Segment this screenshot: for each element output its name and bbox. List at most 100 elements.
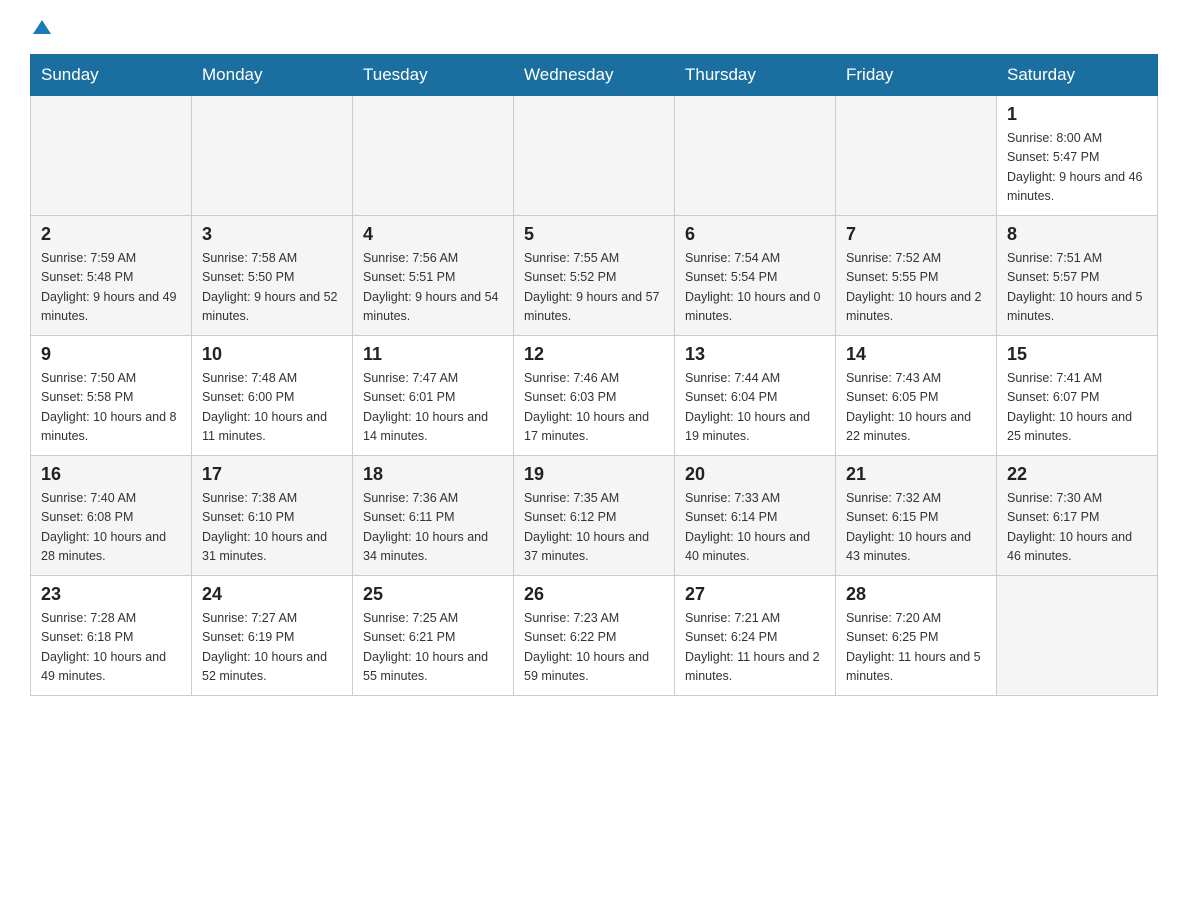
day-number: 17: [202, 464, 342, 485]
weekday-header-wednesday: Wednesday: [514, 55, 675, 96]
calendar-cell: 2 Sunrise: 7:59 AM Sunset: 5:48 PM Daylig…: [31, 216, 192, 336]
day-number: 8: [1007, 224, 1147, 245]
day-info: Sunrise: 7:43 AM Sunset: 6:05 PM Dayligh…: [846, 369, 986, 447]
weekday-header-friday: Friday: [836, 55, 997, 96]
calendar-cell: [514, 96, 675, 216]
day-info: Sunrise: 7:35 AM Sunset: 6:12 PM Dayligh…: [524, 489, 664, 567]
day-number: 28: [846, 584, 986, 605]
day-number: 21: [846, 464, 986, 485]
calendar-cell: 17 Sunrise: 7:38 AM Sunset: 6:10 PM Dayli…: [192, 456, 353, 576]
calendar-cell: 9 Sunrise: 7:50 AM Sunset: 5:58 PM Daylig…: [31, 336, 192, 456]
calendar-cell: 18Sunrise: 7:36 AM Sunset: 6:11 PM Dayli…: [353, 456, 514, 576]
calendar-cell: 26 Sunrise: 7:23 AM Sunset: 6:22 PM Dayli…: [514, 576, 675, 696]
day-info: Sunrise: 7:54 AM Sunset: 5:54 PM Dayligh…: [685, 249, 825, 327]
day-number: 15: [1007, 344, 1147, 365]
day-info: Sunrise: 7:38 AM Sunset: 6:10 PM Dayligh…: [202, 489, 342, 567]
day-info: Sunrise: 7:58 AM Sunset: 5:50 PM Dayligh…: [202, 249, 342, 327]
day-number: 13: [685, 344, 825, 365]
day-number: 4: [363, 224, 503, 245]
calendar-cell: 6 Sunrise: 7:54 AM Sunset: 5:54 PM Daylig…: [675, 216, 836, 336]
calendar-cell: 25 Sunrise: 7:25 AM Sunset: 6:21 PM Dayli…: [353, 576, 514, 696]
day-info: Sunrise: 7:55 AM Sunset: 5:52 PM Dayligh…: [524, 249, 664, 327]
day-info: Sunrise: 7:21 AM Sunset: 6:24 PM Dayligh…: [685, 609, 825, 687]
day-number: 25: [363, 584, 503, 605]
calendar-cell: 4 Sunrise: 7:56 AM Sunset: 5:51 PM Daylig…: [353, 216, 514, 336]
day-number: 14: [846, 344, 986, 365]
day-info: Sunrise: 7:25 AM Sunset: 6:21 PM Dayligh…: [363, 609, 503, 687]
calendar-cell: [675, 96, 836, 216]
day-number: 23: [41, 584, 181, 605]
day-info: Sunrise: 7:51 AM Sunset: 5:57 PM Dayligh…: [1007, 249, 1147, 327]
day-number: 26: [524, 584, 664, 605]
day-number: 3: [202, 224, 342, 245]
logo-triangle-icon: [33, 20, 51, 34]
calendar-cell: [353, 96, 514, 216]
calendar-cell: 24 Sunrise: 7:27 AM Sunset: 6:19 PM Dayli…: [192, 576, 353, 696]
day-number: 9: [41, 344, 181, 365]
week-row-1: 1 Sunrise: 8:00 AM Sunset: 5:47 PM Daylig…: [31, 96, 1158, 216]
day-number: 24: [202, 584, 342, 605]
day-number: 11: [363, 344, 503, 365]
day-number: 20: [685, 464, 825, 485]
calendar-cell: 20 Sunrise: 7:33 AM Sunset: 6:14 PM Dayli…: [675, 456, 836, 576]
calendar-cell: 27 Sunrise: 7:21 AM Sunset: 6:24 PM Dayli…: [675, 576, 836, 696]
day-number: 5: [524, 224, 664, 245]
day-number: 1: [1007, 104, 1147, 125]
weekday-header-row: SundayMondayTuesdayWednesdayThursdayFrid…: [31, 55, 1158, 96]
day-info: Sunrise: 7:33 AM Sunset: 6:14 PM Dayligh…: [685, 489, 825, 567]
calendar-cell: 8 Sunrise: 7:51 AM Sunset: 5:57 PM Daylig…: [997, 216, 1158, 336]
calendar-cell: [836, 96, 997, 216]
weekday-header-tuesday: Tuesday: [353, 55, 514, 96]
calendar-cell: [997, 576, 1158, 696]
day-info: Sunrise: 7:56 AM Sunset: 5:51 PM Dayligh…: [363, 249, 503, 327]
calendar-cell: 15 Sunrise: 7:41 AM Sunset: 6:07 PM Dayli…: [997, 336, 1158, 456]
day-number: 19: [524, 464, 664, 485]
day-info: Sunrise: 7:52 AM Sunset: 5:55 PM Dayligh…: [846, 249, 986, 327]
calendar-cell: 16 Sunrise: 7:40 AM Sunset: 6:08 PM Dayli…: [31, 456, 192, 576]
day-number: 2: [41, 224, 181, 245]
day-info: Sunrise: 7:44 AM Sunset: 6:04 PM Dayligh…: [685, 369, 825, 447]
calendar-cell: 12 Sunrise: 7:46 AM Sunset: 6:03 PM Dayli…: [514, 336, 675, 456]
calendar-cell: [31, 96, 192, 216]
calendar-cell: 3 Sunrise: 7:58 AM Sunset: 5:50 PM Daylig…: [192, 216, 353, 336]
week-row-5: 23 Sunrise: 7:28 AM Sunset: 6:18 PM Dayli…: [31, 576, 1158, 696]
day-info: Sunrise: 7:47 AM Sunset: 6:01 PM Dayligh…: [363, 369, 503, 447]
day-number: 16: [41, 464, 181, 485]
calendar-cell: 13 Sunrise: 7:44 AM Sunset: 6:04 PM Dayli…: [675, 336, 836, 456]
day-info: Sunrise: 7:46 AM Sunset: 6:03 PM Dayligh…: [524, 369, 664, 447]
day-info: Sunrise: 7:23 AM Sunset: 6:22 PM Dayligh…: [524, 609, 664, 687]
calendar-cell: 5 Sunrise: 7:55 AM Sunset: 5:52 PM Daylig…: [514, 216, 675, 336]
logo: [30, 20, 51, 38]
day-number: 27: [685, 584, 825, 605]
day-number: 10: [202, 344, 342, 365]
calendar-cell: 21 Sunrise: 7:32 AM Sunset: 6:15 PM Dayli…: [836, 456, 997, 576]
calendar-cell: 23 Sunrise: 7:28 AM Sunset: 6:18 PM Dayli…: [31, 576, 192, 696]
day-number: 6: [685, 224, 825, 245]
calendar-cell: 11 Sunrise: 7:47 AM Sunset: 6:01 PM Dayli…: [353, 336, 514, 456]
day-info: Sunrise: 7:40 AM Sunset: 6:08 PM Dayligh…: [41, 489, 181, 567]
calendar-cell: 7Sunrise: 7:52 AM Sunset: 5:55 PM Daylig…: [836, 216, 997, 336]
weekday-header-sunday: Sunday: [31, 55, 192, 96]
weekday-header-saturday: Saturday: [997, 55, 1158, 96]
day-info: Sunrise: 7:32 AM Sunset: 6:15 PM Dayligh…: [846, 489, 986, 567]
day-number: 12: [524, 344, 664, 365]
header: [30, 20, 1158, 38]
day-info: Sunrise: 7:48 AM Sunset: 6:00 PM Dayligh…: [202, 369, 342, 447]
calendar-table: SundayMondayTuesdayWednesdayThursdayFrid…: [30, 54, 1158, 696]
calendar-cell: 14 Sunrise: 7:43 AM Sunset: 6:05 PM Dayli…: [836, 336, 997, 456]
calendar-cell: 28 Sunrise: 7:20 AM Sunset: 6:25 PM Dayli…: [836, 576, 997, 696]
calendar-cell: 10 Sunrise: 7:48 AM Sunset: 6:00 PM Dayli…: [192, 336, 353, 456]
day-info: Sunrise: 7:50 AM Sunset: 5:58 PM Dayligh…: [41, 369, 181, 447]
day-info: Sunrise: 7:41 AM Sunset: 6:07 PM Dayligh…: [1007, 369, 1147, 447]
day-info: Sunrise: 7:59 AM Sunset: 5:48 PM Dayligh…: [41, 249, 181, 327]
day-info: Sunrise: 7:27 AM Sunset: 6:19 PM Dayligh…: [202, 609, 342, 687]
day-info: Sunrise: 7:20 AM Sunset: 6:25 PM Dayligh…: [846, 609, 986, 687]
day-info: Sunrise: 7:28 AM Sunset: 6:18 PM Dayligh…: [41, 609, 181, 687]
day-info: Sunrise: 7:36 AM Sunset: 6:11 PM Dayligh…: [363, 489, 503, 567]
day-number: 22: [1007, 464, 1147, 485]
day-info: Sunrise: 8:00 AM Sunset: 5:47 PM Dayligh…: [1007, 129, 1147, 207]
week-row-4: 16 Sunrise: 7:40 AM Sunset: 6:08 PM Dayli…: [31, 456, 1158, 576]
calendar-cell: 1 Sunrise: 8:00 AM Sunset: 5:47 PM Daylig…: [997, 96, 1158, 216]
calendar-cell: 19 Sunrise: 7:35 AM Sunset: 6:12 PM Dayli…: [514, 456, 675, 576]
weekday-header-thursday: Thursday: [675, 55, 836, 96]
